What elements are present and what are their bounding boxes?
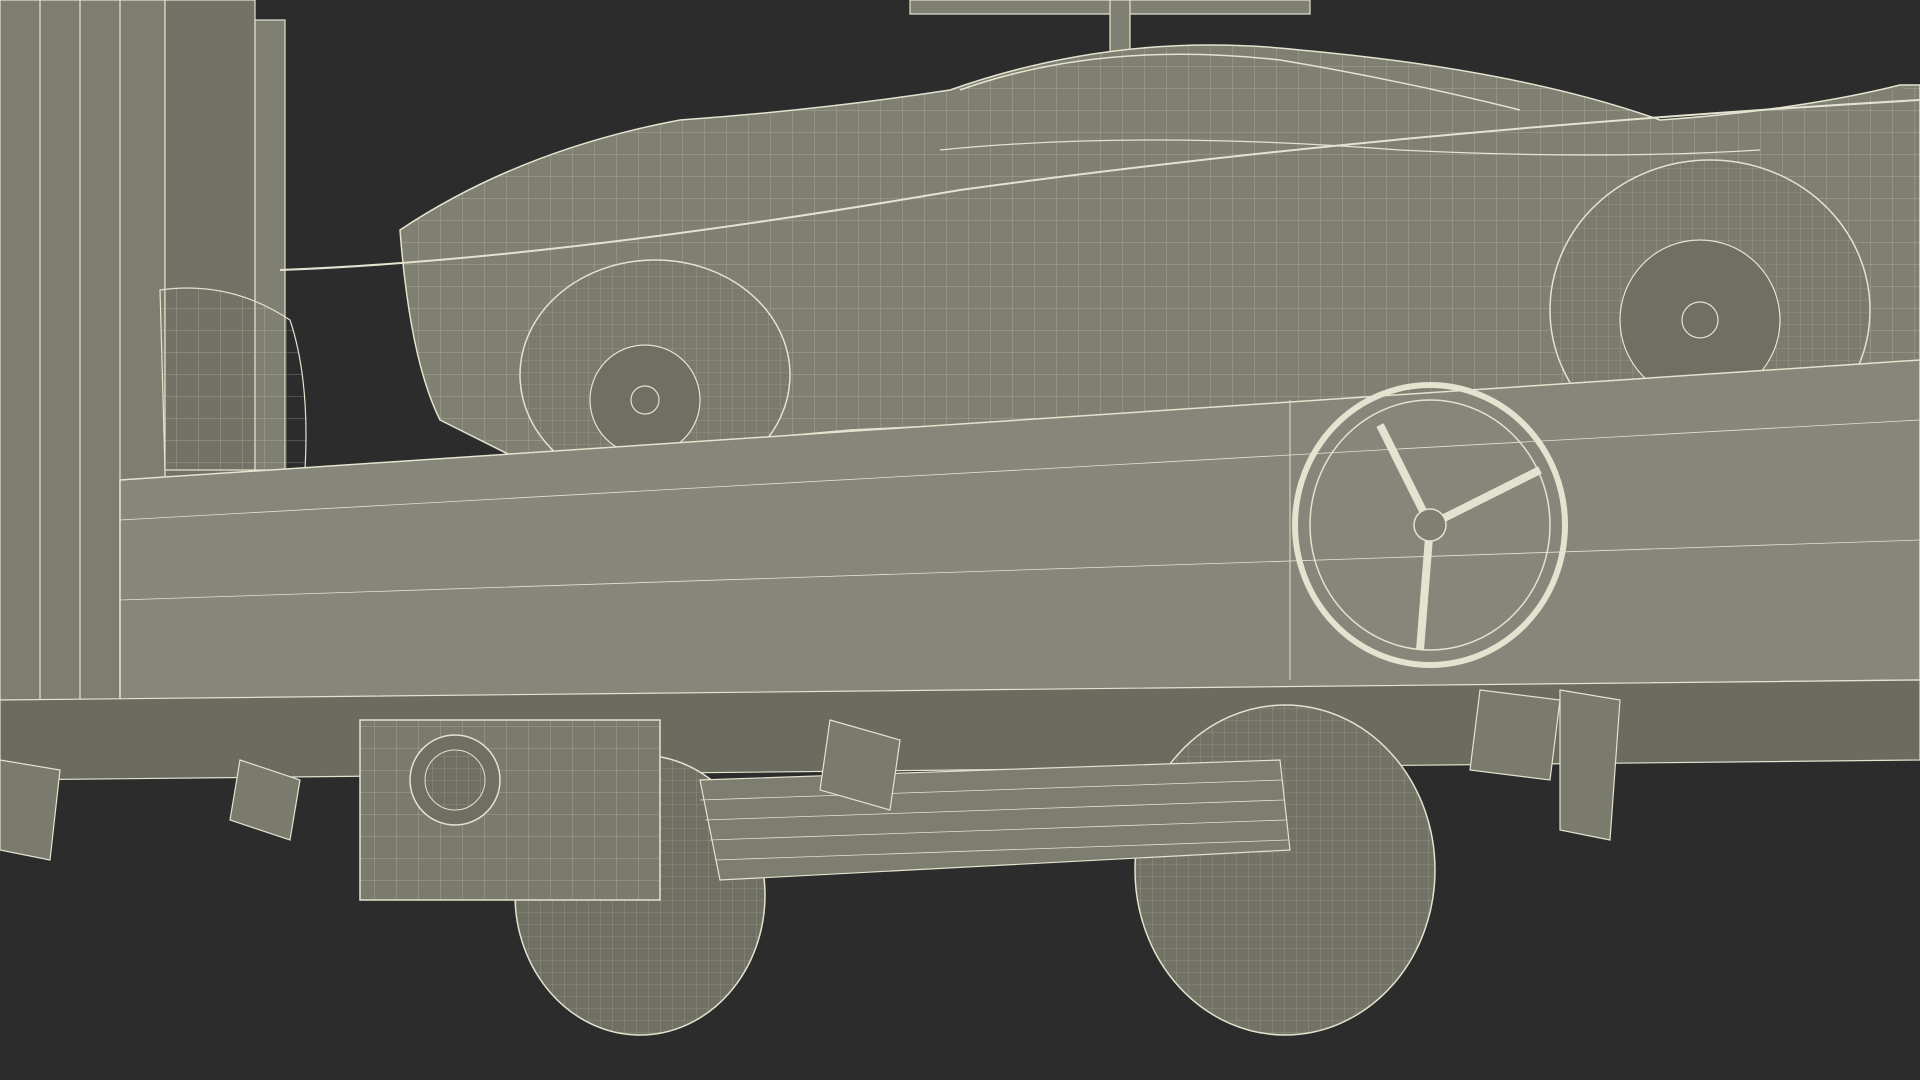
bogie-right-wheel [1134, 704, 1436, 1036]
wireframe-scene [0, 0, 1920, 1080]
axle-box [359, 719, 661, 901]
render-viewport [0, 0, 1920, 1080]
